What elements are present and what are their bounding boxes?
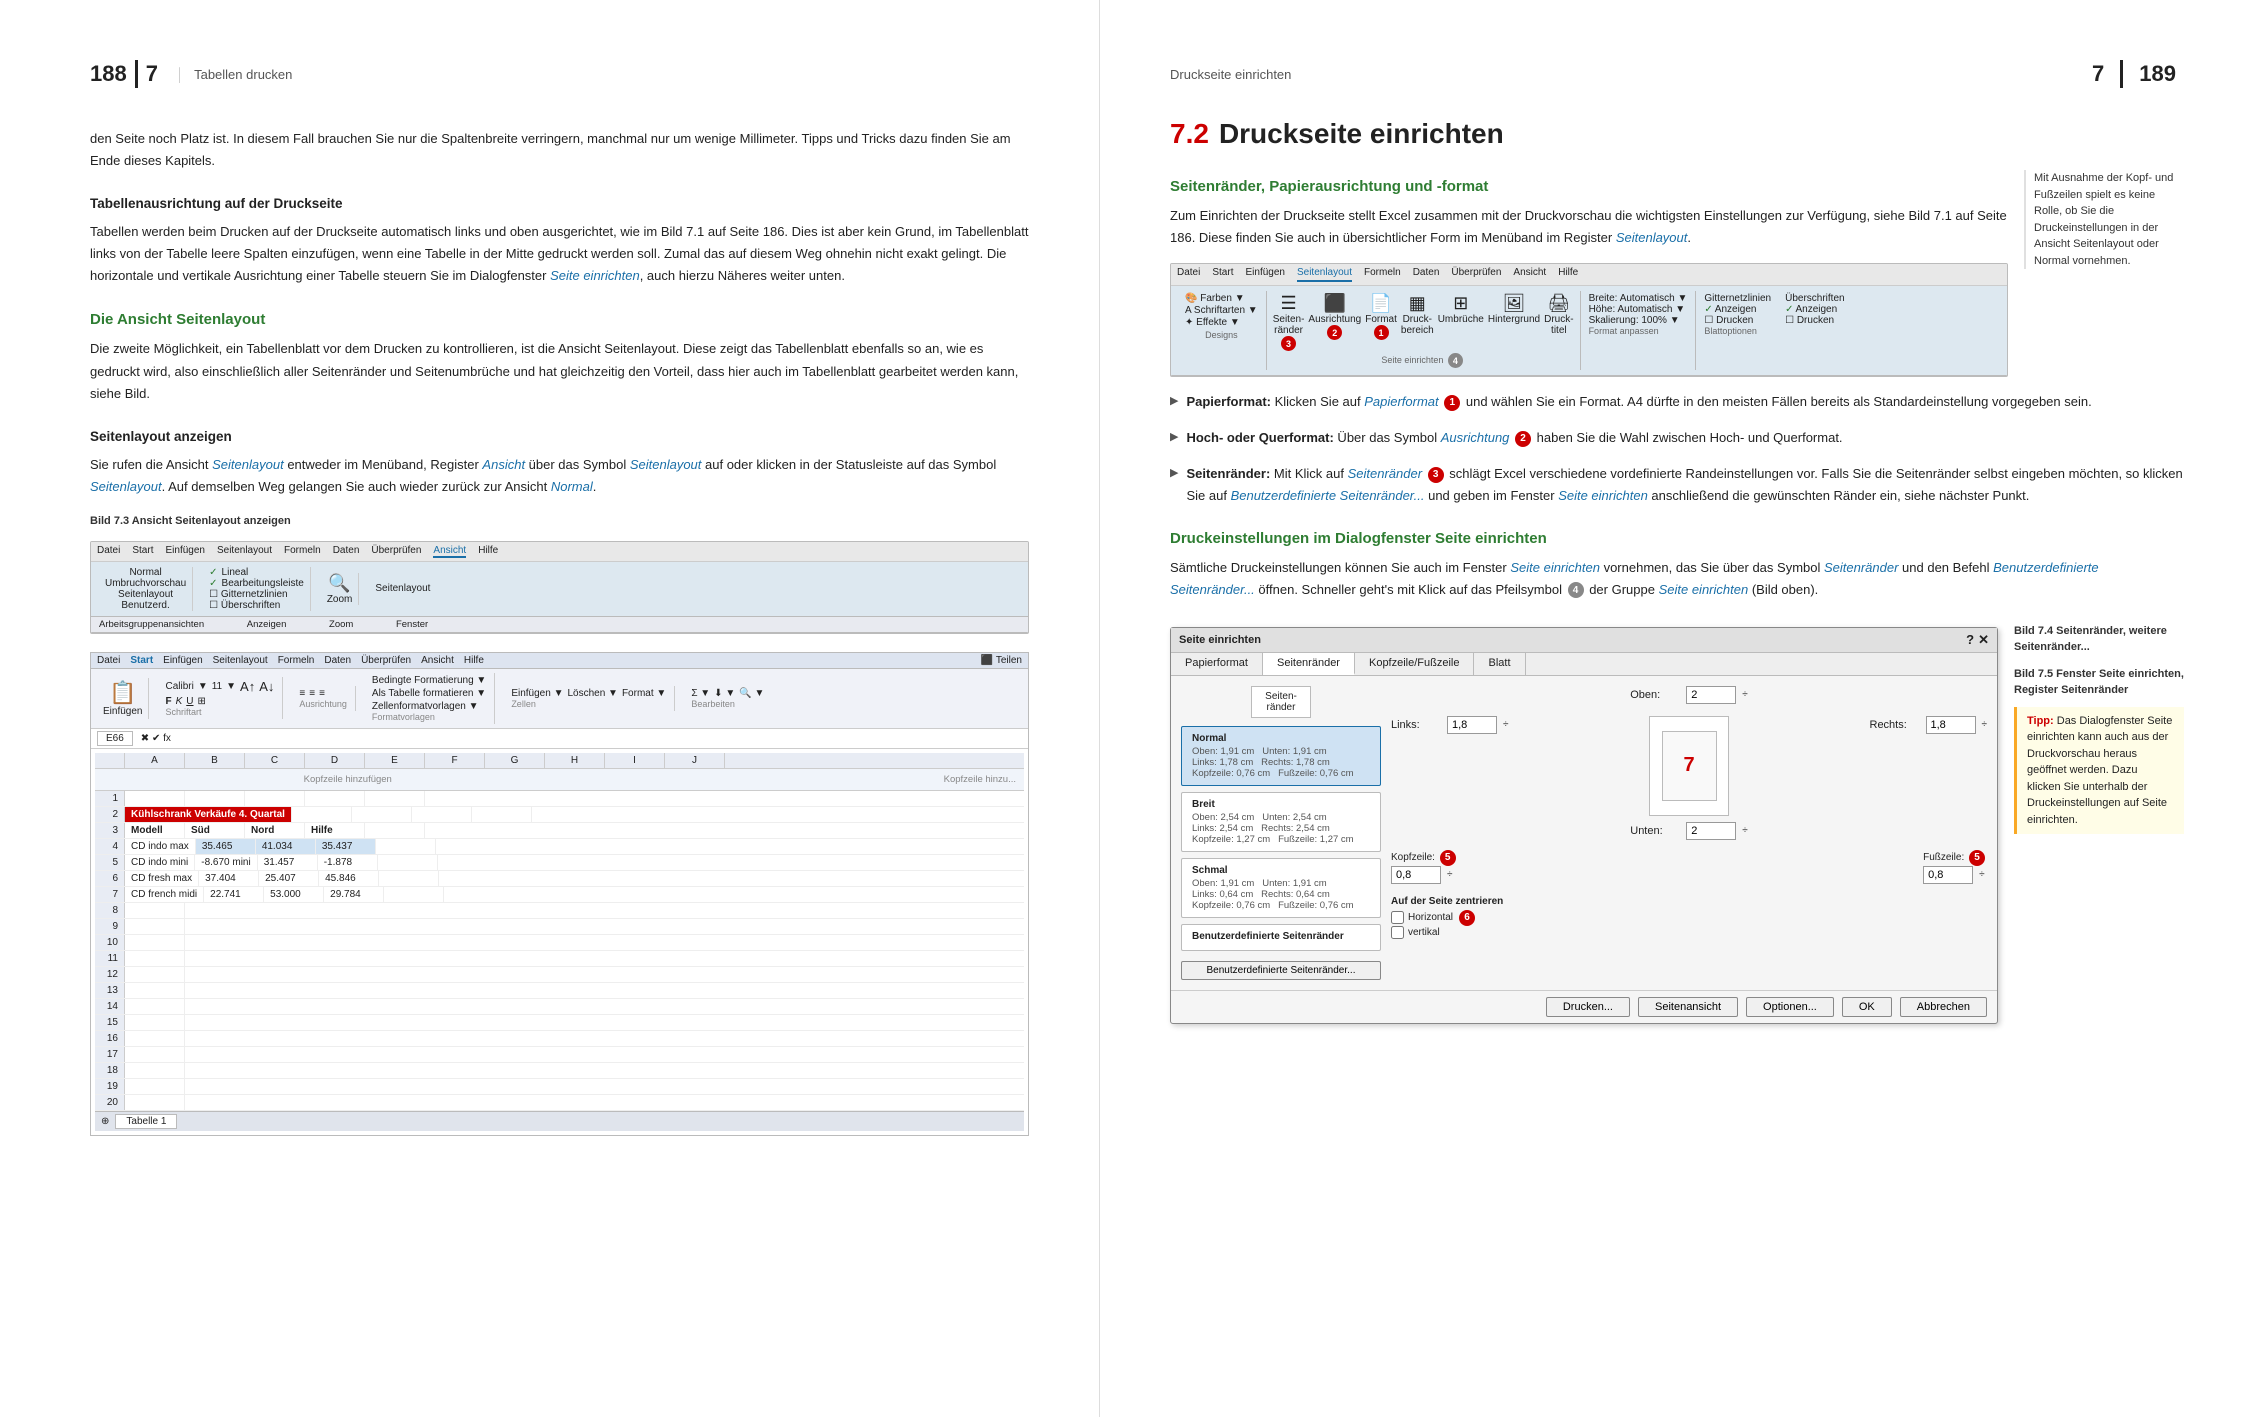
rechts-input[interactable] [1926,716,1976,734]
center-section: Auf der Seite zentrieren Horizontal 6 ve… [1391,896,1987,939]
oben-input[interactable] [1686,686,1736,704]
dialog-body: Seiten- ränder Normal Oben: 1,91 cm Unte… [1171,676,1997,990]
dialog-tab-kopfzeile[interactable]: Kopfzeile/Fußzeile [1355,653,1475,675]
left-page-header: 188 7 │ Tabellen drucken [90,60,1029,88]
links-input[interactable] [1447,716,1497,734]
dialog-buttons: Drucken... Seitenansicht Optionen... OK … [1171,990,1997,1023]
section-num: 7.2 [1170,118,1209,150]
section1-link: Seite einrichten [550,268,640,283]
ribbon-seite-group: ☰ Seiten- ränder 3 ⬛ Ausrichtung 2 📄 [1267,291,1581,370]
ok-button[interactable]: OK [1842,997,1892,1017]
rechts-label: Rechts: [1870,719,1920,731]
caption3: Bild 7.5 Fenster Seite einrichten, Regis… [2014,668,2184,697]
ribbon-toolbar-1: Datei Start Einfügen Seitenlayout Formel… [91,542,1028,562]
bullets-section: ▶ Papierformat: Klicken Sie auf Papierfo… [1170,391,2184,507]
lower-right-section: Seite einrichten ? ✕ Papierformat Seiten… [1170,617,2184,1034]
oben-label: Oben: [1630,689,1680,701]
vertikal-label: vertikal [1408,927,1440,938]
side-note: Mit Ausnahme der Kopf- und Fußzeilen spi… [2024,170,2184,269]
sub2-heading: Druckeinstellungen im Dialogfenster Seit… [1170,530,2184,547]
right-chapter-title: Druckseite einrichten [1170,67,1291,82]
caption1: Bild 7.3 Ansicht Seitenlayout anzeigen [90,512,1029,527]
right-chapter-num: 7 [2092,61,2104,87]
bullet-2: ▶ Hoch- oder Querformat: Über das Symbol… [1170,427,2184,449]
page-preview: 7 [1649,716,1729,816]
margin-inputs: Oben: ÷ Links: [1391,686,1987,980]
bullet-3: ▶ Seitenränder: Mit Klick auf Seitenränd… [1170,463,2184,507]
section-title: Druckseite einrichten [1219,118,1504,150]
optionen-button[interactable]: Optionen... [1746,997,1834,1017]
ribbon-blatt-group: Gitternetzlinien ✓ Anzeigen ☐ Drucken Üb… [1696,291,1852,370]
section1-heading: Tabellenausrichtung auf der Druckseite [90,196,1029,211]
caption2: Bild 7.4 Seitenränder, weitere Seitenrän… [2014,625,2167,654]
left-page-num: 188 [90,61,127,87]
fusszeile-input[interactable] [1923,866,1973,884]
section1-text: Tabellen werden beim Drucken auf der Dru… [90,221,1029,287]
excel-screenshot-2: Datei Start Einfügen Seitenlayout Formel… [90,652,1029,1136]
dialog-help-icon[interactable]: ? [1966,632,1974,648]
horizontal-check[interactable]: Horizontal 6 [1391,910,1987,926]
dialog-tab-seitenraender[interactable]: Seitenränder [1263,653,1355,675]
section3-heading: Seitenlayout anzeigen [90,429,1029,444]
left-page: 188 7 │ Tabellen drucken den Seite noch … [0,0,1100,1417]
dialog-title: Seite einrichten [1179,634,1261,646]
seite-einrichten-dialog: Seite einrichten ? ✕ Papierformat Seiten… [1170,627,1998,1024]
margin-normal[interactable]: Normal Oben: 1,91 cm Unten: 1,91 cm Link… [1181,726,1381,786]
vertikal-check[interactable]: vertikal [1391,926,1987,939]
ribbon-screenshot-1: Datei Start Einfügen Seitenlayout Formel… [90,541,1029,634]
custom-margins-button[interactable]: Benutzerdefinierte Seitenränder... [1181,961,1381,980]
bullet-1: ▶ Papierformat: Klicken Sie auf Papierfo… [1170,391,2184,413]
ribbon-format-group: Breite: Automatisch ▼ Höhe: Automatisch … [1581,291,1697,370]
excel-sheet-area: A B C D E F G H I J Kopfzeile hinzufügen… [91,749,1028,1135]
right-aside: Bild 7.4 Seitenränder, weitere Seitenrän… [2014,617,2184,1034]
links-label: Links: [1391,719,1441,731]
seitenansicht-button[interactable]: Seitenansicht [1638,997,1738,1017]
right-ribbon-screenshot: Datei Start Einfügen Seitenlayout Formel… [1170,263,2008,377]
vertikal-checkbox[interactable] [1391,926,1404,939]
kopfzeile-input[interactable] [1391,866,1441,884]
margin-schmal[interactable]: Schmal Oben: 1,91 cm Unten: 1,91 cm Link… [1181,858,1381,918]
section3-text: Sie rufen die Ansicht Seitenlayout entwe… [90,454,1029,498]
dialog-tab-blatt[interactable]: Blatt [1474,653,1525,675]
left-chapter-title: Tabellen drucken [194,67,292,82]
left-chapter-num: 7 [146,61,158,87]
section2-heading: Die Ansicht Seitenlayout [90,311,1029,328]
tip-text: Das Dialogfenster Seite einrichten kann … [2027,715,2172,826]
dialog-area: Seite einrichten ? ✕ Papierformat Seiten… [1170,617,1998,1034]
dialog-tabs: Papierformat Seitenränder Kopfzeile/Fußz… [1171,653,1997,676]
intro-text: den Seite noch Platz ist. In diesem Fall… [90,128,1029,172]
drucken-button[interactable]: Drucken... [1546,997,1630,1017]
margin-breit[interactable]: Breit Oben: 2,54 cm Unten: 2,54 cm Links… [1181,792,1381,852]
chapter-bar [135,60,138,88]
center-label: Auf der Seite zentrieren [1391,896,1987,907]
unten-input[interactable] [1686,822,1736,840]
dialog-tab-papierformat[interactable]: Papierformat [1171,653,1263,675]
right-page-num: 189 [2139,61,2176,87]
format-group: 📄 Format 1 [1365,293,1397,351]
abbrechen-button[interactable]: Abbrechen [1900,997,1987,1017]
dialog-close-icon[interactable]: ✕ [1978,632,1989,648]
ribbon-designs-group: 🎨 Farben ▼ A Schriftarten ▼ ✦ Effekte ▼ … [1177,291,1267,370]
section2-text: Die zweite Möglichkeit, ein Tabellenblat… [90,338,1029,404]
left-content: den Seite noch Platz ist. In diesem Fall… [90,128,1029,498]
horizontal-checkbox[interactable] [1391,911,1404,924]
tip-box: Tipp: Das Dialogfenster Seite einrichten… [2014,707,2184,835]
right-page-header: Druckseite einrichten 7 189 [1170,60,2184,88]
margin-presets: Seiten- ränder Normal Oben: 1,91 cm Unte… [1181,686,1381,980]
dialog-titlebar: Seite einrichten ? ✕ [1171,628,1997,653]
unten-label: Unten: [1630,825,1680,837]
right-page: Druckseite einrichten 7 189 7.2 Drucksei… [1100,0,2244,1417]
margin-benutzerdefiniert[interactable]: Benutzerdefinierte Seitenränder [1181,924,1381,951]
sub2-text: Sämtliche Druckeinstellungen können Sie … [1170,557,2184,601]
horizontal-label: Horizontal [1408,912,1453,923]
section-title-row: 7.2 Druckseite einrichten [1170,118,2184,156]
